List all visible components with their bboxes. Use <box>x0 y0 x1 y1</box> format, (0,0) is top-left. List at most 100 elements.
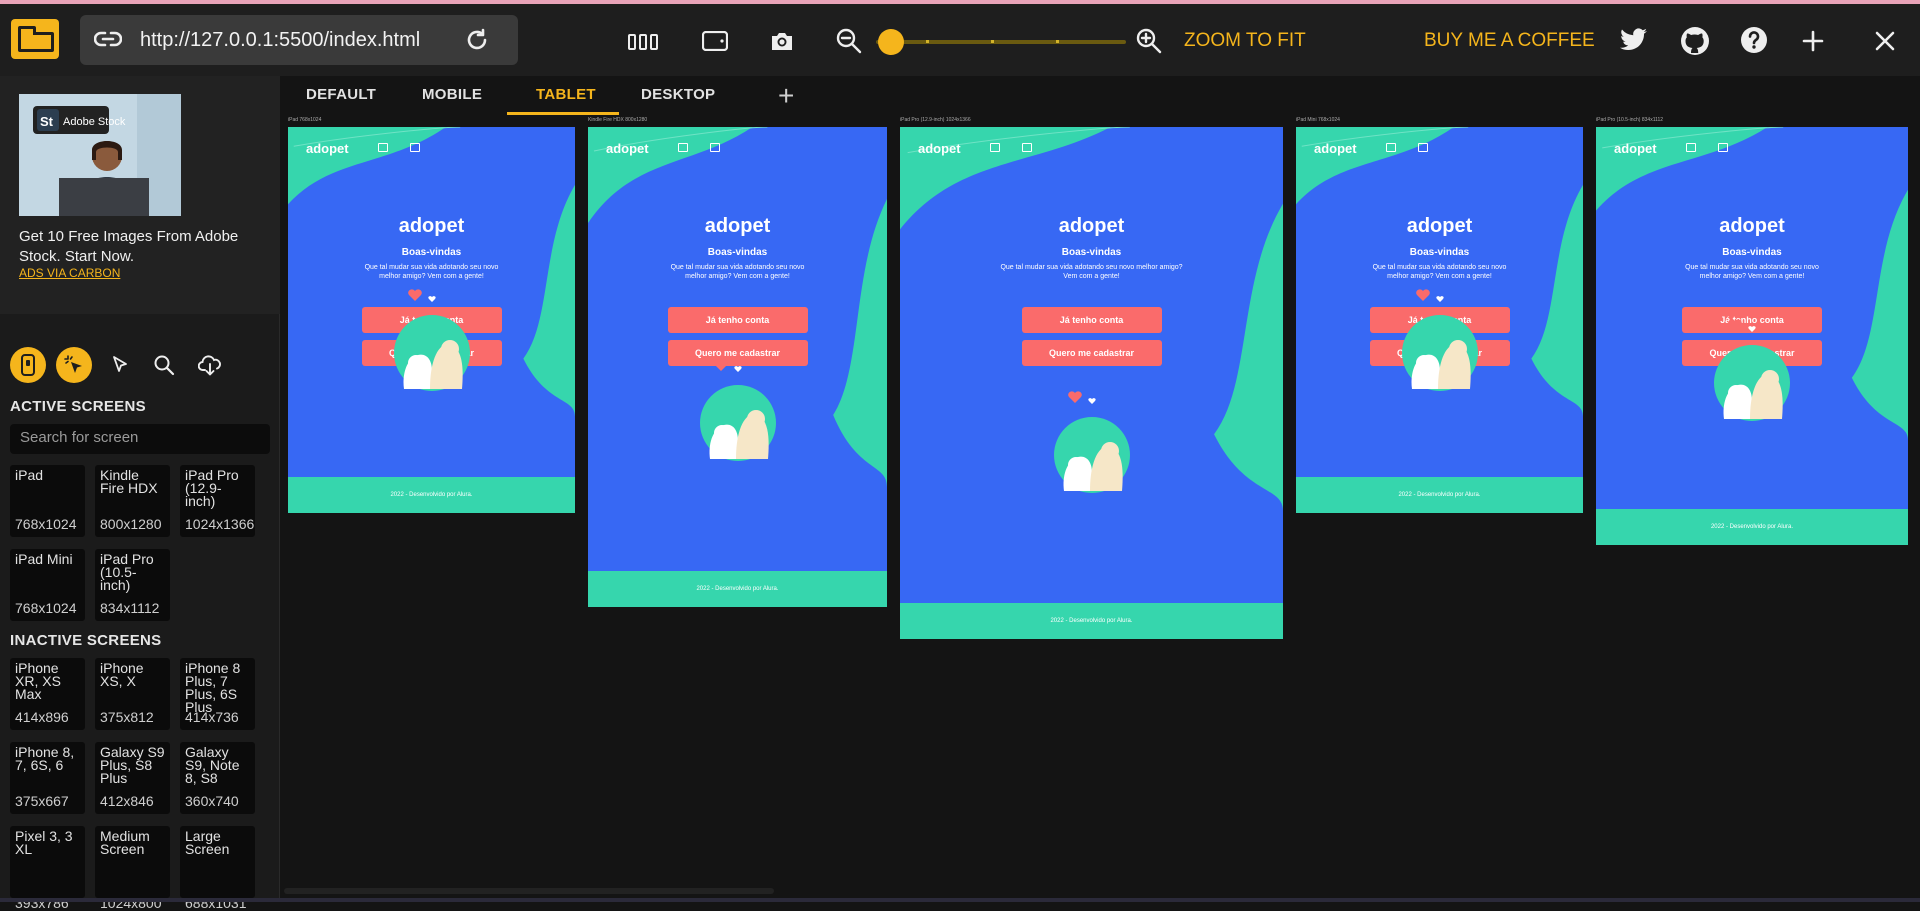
active-screen-card[interactable]: iPad Pro (12.9-inch) 1024x1366 <box>180 465 255 537</box>
zoom-slider[interactable] <box>876 29 1126 55</box>
camera-icon[interactable] <box>770 30 794 57</box>
address-bar[interactable]: http://127.0.0.1:5500/index.html <box>80 15 518 65</box>
carbon-ad[interactable]: St Adobe Stock Get 10 Free Images From A… <box>0 76 280 314</box>
tab-tablet[interactable]: TABLET <box>536 86 596 103</box>
app-logo[interactable] <box>10 18 60 60</box>
tab-bar: DEFAULT MOBILE TABLET DESKTOP <box>282 76 1920 116</box>
screen-size: 768x1024 <box>15 516 77 532</box>
twitter-icon[interactable] <box>1620 28 1648 57</box>
site-lead-text: Que tal mudar sua vida adotando seu novo… <box>364 264 499 280</box>
screen-name: iPad Mini <box>15 551 73 567</box>
mail-icon <box>710 143 720 152</box>
inactive-screen-card[interactable]: Galaxy S9 Plus, S8 Plus 412x846 <box>95 742 170 814</box>
url-input[interactable]: http://127.0.0.1:5500/index.html <box>140 29 420 52</box>
close-icon[interactable] <box>1874 30 1896 57</box>
device-frame-header: Kindle Fire HDX 800x1280 <box>588 117 887 124</box>
github-icon[interactable] <box>1680 26 1710 61</box>
site-lead-text: Que tal mudar sua vida adotando seu novo… <box>1685 264 1819 280</box>
screen-name: Large Screen <box>185 828 230 857</box>
tab-desktop[interactable]: DESKTOP <box>641 86 715 103</box>
site-welcome-heading: Boas-vindas <box>707 247 768 258</box>
zoom-in-icon[interactable] <box>1136 28 1162 59</box>
site-footer: 2022 - Desenvolvido por Alura. <box>1296 477 1583 513</box>
inactive-screen-card[interactable]: Galaxy S9, Note 8, S8 360x740 <box>180 742 255 814</box>
screen-search-input[interactable]: Search for screen <box>10 424 270 454</box>
active-screens-heading: ACTIVE SCREENS <box>10 398 146 415</box>
device-frame-header: iPad Pro (12.9-inch) 1024x1366 <box>900 117 1283 124</box>
mail-icon <box>1418 143 1428 152</box>
site-brand-large: adopet <box>1058 215 1125 237</box>
site-login-button[interactable]: Já tenho conta <box>1021 307 1162 333</box>
horizontal-scrollbar[interactable] <box>284 888 774 894</box>
zoom-slider-thumb[interactable] <box>878 29 904 55</box>
search-icon[interactable] <box>146 347 182 383</box>
cloud-download-icon[interactable] <box>192 347 228 383</box>
device-frame-label: iPad Pro (12.9-inch) 1024x1366 <box>900 117 971 123</box>
device-frame[interactable]: Kindle Fire HDX 800x1280 adopet adopet B… <box>588 117 887 607</box>
device-frame[interactable]: iPad Pro (10.5-inch) 834x1112 adopet ado… <box>1596 117 1908 545</box>
screen-name: Medium Screen <box>100 828 150 857</box>
refresh-icon[interactable] <box>464 27 490 58</box>
tab-mobile[interactable]: MOBILE <box>422 86 482 103</box>
active-screen-card[interactable]: iPad Pro (10.5-inch) 834x1112 <box>95 549 170 621</box>
screen-size: 414x896 <box>15 709 69 725</box>
ad-brand-logo-text: Adobe Stock <box>63 116 126 128</box>
ads-via-carbon-link[interactable]: ADS VIA CARBON <box>19 266 120 280</box>
site-preview[interactable]: adopet adopet Boas-vindas Que tal mudar … <box>288 127 575 513</box>
rotate-device-icon[interactable] <box>701 30 729 56</box>
site-brand-small: adopet <box>918 141 961 156</box>
site-preview[interactable]: adopet adopet Boas-vindas Que tal mudar … <box>1296 127 1583 513</box>
tool-row <box>0 334 280 394</box>
help-icon[interactable] <box>1740 26 1768 59</box>
screen-size: 1024x1366 <box>185 516 255 532</box>
inspect-element-icon[interactable] <box>102 347 138 383</box>
slider-tick <box>1056 40 1059 43</box>
mail-icon <box>1718 143 1728 152</box>
site-lead-text: Que tal mudar sua vida adotando seu novo… <box>1372 264 1507 280</box>
pets-illustration <box>393 289 470 391</box>
site-preview[interactable]: adopet adopet Boas-vindas Que tal mudar … <box>900 127 1283 639</box>
zoom-to-fit-button[interactable]: ZOOM TO FIT <box>1184 30 1306 52</box>
active-screen-card[interactable]: Kindle Fire HDX 800x1280 <box>95 465 170 537</box>
site-login-button[interactable]: Já tenho conta <box>667 307 808 333</box>
screen-name: iPhone 8 Plus, 7 Plus, 6S Plus <box>185 660 241 715</box>
ad-image[interactable]: St Adobe Stock <box>19 94 181 216</box>
inactive-screen-card[interactable]: iPhone XR, XS Max 414x896 <box>10 658 85 730</box>
add-icon[interactable] <box>1802 30 1824 57</box>
buy-me-a-coffee-link[interactable]: BUY ME A COFFEE <box>1424 30 1595 52</box>
screen-name: iPhone XS, X <box>100 660 144 689</box>
decorative-wave <box>900 127 1283 512</box>
home-icon <box>1386 143 1396 152</box>
ad-text[interactable]: Get 10 Free Images From Adobe Stock. Sta… <box>19 227 269 267</box>
inactive-screen-card[interactable]: iPhone 8 Plus, 7 Plus, 6S Plus 414x736 <box>180 658 255 730</box>
device-frame[interactable]: iPad 768x1024 adopet adopet Boas-vindas … <box>288 117 575 513</box>
inactive-screen-card[interactable]: iPhone XS, X 375x812 <box>95 658 170 730</box>
tab-default[interactable]: DEFAULT <box>306 86 376 103</box>
active-screen-card[interactable]: iPad 768x1024 <box>10 465 85 537</box>
inactive-screen-card[interactable]: Medium Screen 1024x800 <box>95 826 170 910</box>
site-preview[interactable]: adopet adopet Boas-vindas Que tal mudar … <box>588 127 887 607</box>
site-preview[interactable]: adopet adopet Boas-vindas Que tal mudar … <box>1596 127 1908 545</box>
inactive-screen-card[interactable]: iPhone 8, 7, 6S, 6 375x667 <box>10 742 85 814</box>
device-toggle-icon[interactable] <box>10 347 46 383</box>
site-signup-button[interactable]: Quero me cadastrar <box>1021 340 1162 366</box>
inactive-screen-card[interactable]: Pixel 3, 3 XL 393x786 <box>10 826 85 910</box>
pets-illustration <box>699 359 776 461</box>
columns-layout-icon[interactable] <box>628 34 658 55</box>
active-screen-card[interactable]: iPad Mini 768x1024 <box>10 549 85 621</box>
device-frame-header: iPad Pro (10.5-inch) 834x1112 <box>1596 117 1908 124</box>
site-welcome-heading: Boas-vindas <box>1722 247 1782 258</box>
device-frame-label: iPad Mini 768x1024 <box>1296 117 1340 123</box>
home-icon <box>378 143 388 152</box>
inactive-screen-card[interactable]: Large Screen 688x1031 <box>180 826 255 910</box>
site-footer: 2022 - Desenvolvido por Alura. <box>900 603 1283 639</box>
device-frame[interactable]: iPad Mini 768x1024 adopet adopet Boas-vi… <box>1296 117 1583 513</box>
device-frame[interactable]: iPad Pro (12.9-inch) 1024x1366 adopet ad… <box>900 117 1283 639</box>
zoom-out-icon[interactable] <box>836 28 862 59</box>
screen-name: Kindle Fire HDX <box>100 467 158 496</box>
pointer-sync-icon[interactable] <box>56 347 92 383</box>
screen-name: iPhone 8, 7, 6S, 6 <box>15 744 75 773</box>
home-icon <box>990 143 1000 152</box>
screen-size: 768x1024 <box>15 600 77 616</box>
add-tab-icon[interactable]: + <box>778 80 794 112</box>
